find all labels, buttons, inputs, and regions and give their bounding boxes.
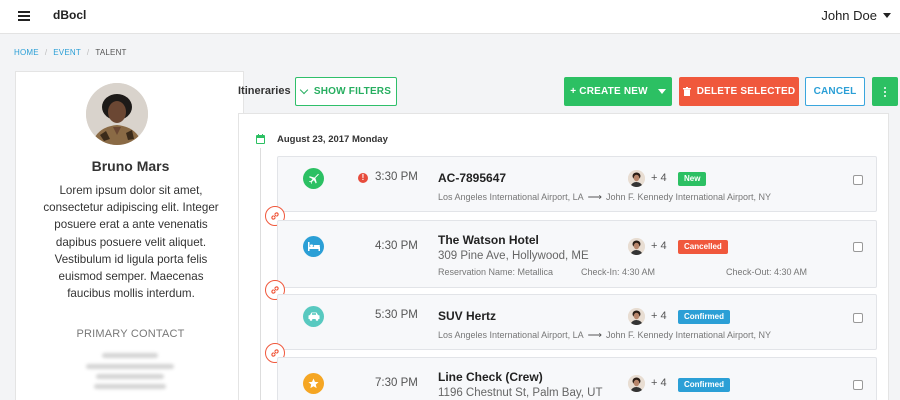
item-time: 3:30 PM xyxy=(375,171,418,183)
route-to: John F. Kennedy International Airport, N… xyxy=(605,330,772,340)
itinerary-item-flight[interactable]: ! 3:30 PM AC-7895647 Los Angeles Interna… xyxy=(277,156,877,212)
item-time: 7:30 PM xyxy=(375,377,418,389)
item-time: 4:30 PM xyxy=(375,240,418,252)
car-icon xyxy=(303,306,324,327)
calendar-icon xyxy=(256,134,265,144)
breadcrumb-separator: / xyxy=(86,48,90,57)
caret-down-icon xyxy=(883,13,891,18)
check-out-time: Check-Out: 4:30 AM xyxy=(726,267,808,277)
attendees-extra-count: + 4 xyxy=(651,310,667,322)
delete-selected-label: DELETE SELECTED xyxy=(696,86,796,97)
cancel-label: CANCEL xyxy=(813,86,857,97)
itinerary-item-hotel[interactable]: 4:30 PM The Watson Hotel 309 Pine Ave, H… xyxy=(277,220,877,288)
user-name: John Doe xyxy=(821,8,877,23)
route-from: Los Angeles International Airport, LA xyxy=(438,192,584,202)
redacted-contact-line xyxy=(86,364,174,369)
status-badge: Confirmed xyxy=(678,378,730,392)
show-filters-button[interactable]: SHOW FILTERS xyxy=(295,77,397,106)
trash-icon xyxy=(682,87,691,96)
breadcrumb: HOME / EVENT / TALENT xyxy=(14,48,127,57)
status-badge: New xyxy=(678,172,707,186)
item-title: SUV Hertz xyxy=(438,309,497,323)
breadcrumb-current: TALENT xyxy=(95,48,127,57)
talent-avatar xyxy=(86,83,148,145)
attendee-avatar xyxy=(628,170,645,187)
item-select-checkbox[interactable] xyxy=(853,313,863,323)
itinerary-item-car[interactable]: 5:30 PM SUV Hertz Los Angeles Internatio… xyxy=(277,294,877,350)
route-to: John F. Kennedy International Airport, N… xyxy=(605,192,772,202)
show-filters-label: SHOW FILTERS xyxy=(313,86,392,97)
create-new-button[interactable]: + CREATE NEW xyxy=(564,77,672,106)
talent-profile-card: Bruno Mars Lorem ipsum dolor sit amet, c… xyxy=(15,71,244,400)
timeline-line xyxy=(260,148,261,400)
item-select-checkbox[interactable] xyxy=(853,242,863,252)
arrow-right-icon: ⟶ xyxy=(587,192,602,203)
status-badge: Cancelled xyxy=(678,240,728,254)
bed-icon xyxy=(303,236,324,257)
item-select-checkbox[interactable] xyxy=(853,175,863,185)
vertical-dots-icon xyxy=(884,86,886,97)
breadcrumb-home[interactable]: HOME xyxy=(14,48,39,57)
user-menu[interactable]: John Doe xyxy=(821,8,891,23)
star-icon xyxy=(303,373,324,394)
item-title: Line Check (Crew) xyxy=(438,370,543,384)
item-route: Los Angeles International Airport, LA ⟶ Jo… xyxy=(438,192,771,203)
primary-contact-heading: PRIMARY CONTACT xyxy=(76,328,185,340)
breadcrumb-event[interactable]: EVENT xyxy=(53,48,81,57)
itinerary-item-line-check[interactable]: 7:30 PM Line Check (Crew) 1196 Chestnut … xyxy=(277,357,877,400)
redacted-contact-line xyxy=(94,384,166,389)
item-address: 309 Pine Ave, Hollywood, ME xyxy=(438,250,589,262)
chevron-down-icon xyxy=(299,85,309,94)
item-route: Los Angeles International Airport, LA ⟶ Jo… xyxy=(438,330,771,341)
item-select-checkbox[interactable] xyxy=(853,380,863,390)
item-title: The Watson Hotel xyxy=(438,233,539,247)
check-in-time: Check-In: 4:30 AM xyxy=(581,267,656,277)
delete-selected-button[interactable]: DELETE SELECTED xyxy=(679,77,799,106)
status-badge: Confirmed xyxy=(678,310,730,324)
route-from: Los Angeles International Airport, LA xyxy=(438,330,584,340)
talent-name: Bruno Mars xyxy=(91,158,170,174)
breadcrumb-separator: / xyxy=(44,48,48,57)
item-address: 1196 Chestnut St, Palm Bay, UT xyxy=(438,387,603,399)
more-options-button[interactable] xyxy=(872,77,898,106)
item-time: 5:30 PM xyxy=(375,309,418,321)
item-title: AC-7895647 xyxy=(438,171,507,185)
attendees-extra-count: + 4 xyxy=(651,377,667,389)
talent-bio: Lorem ipsum dolor sit amet, consectetur … xyxy=(43,184,219,301)
cancel-button[interactable]: CANCEL xyxy=(805,77,865,106)
alert-icon: ! xyxy=(358,173,368,183)
redacted-contact-line xyxy=(96,374,164,379)
attendees-extra-count: + 4 xyxy=(651,172,667,184)
redacted-contact-line xyxy=(102,353,158,358)
itineraries-heading: Itineraries xyxy=(238,85,291,97)
plane-icon xyxy=(303,168,324,189)
caret-down-icon xyxy=(657,89,666,94)
reservation-name: Reservation Name: Metallica xyxy=(438,267,554,277)
date-heading: August 23, 2017 Monday xyxy=(277,134,388,145)
brand-name: dBocl xyxy=(53,8,87,22)
attendees-extra-count: + 4 xyxy=(651,240,667,252)
hamburger-menu-icon[interactable] xyxy=(18,11,30,21)
arrow-right-icon: ⟶ xyxy=(587,330,602,341)
top-bar: dBocl John Doe xyxy=(0,0,900,34)
attendee-avatar xyxy=(628,238,645,255)
create-new-label: + CREATE NEW xyxy=(570,86,648,97)
attendee-avatar xyxy=(628,308,645,325)
attendee-avatar xyxy=(628,375,645,392)
